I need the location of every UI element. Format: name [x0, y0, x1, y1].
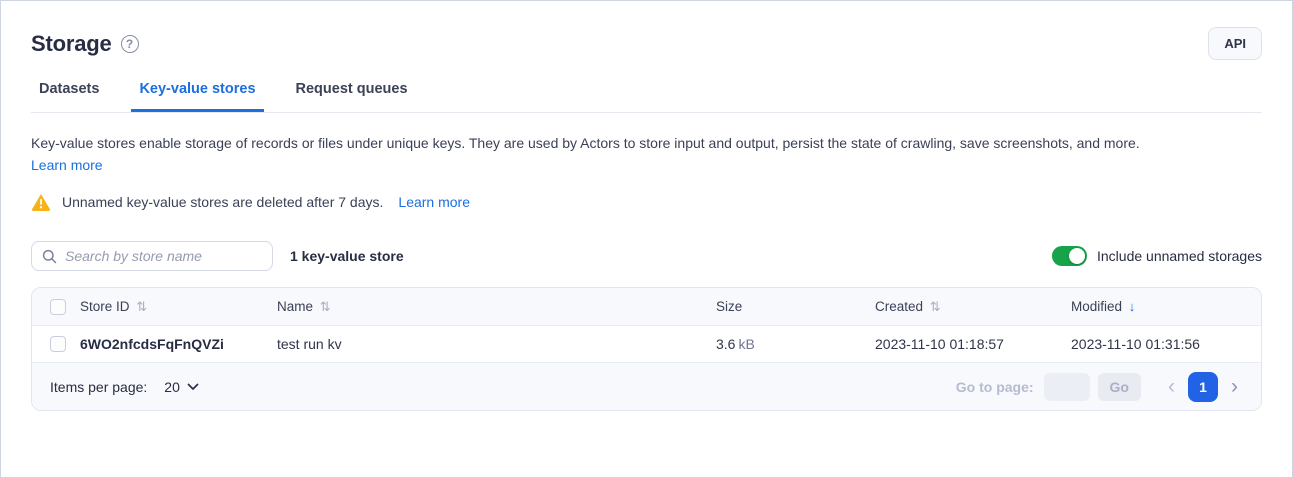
cell-modified: 2023-11-10 01:31:56	[1071, 336, 1261, 352]
pagination: Go to page: Go ‹ 1 ›	[956, 372, 1243, 402]
description-text: Key-value stores enable storage of recor…	[31, 133, 1262, 154]
storage-tabs: Datasets Key-value stores Request queues	[31, 81, 1262, 113]
api-button[interactable]: API	[1208, 27, 1262, 60]
include-unnamed-toggle[interactable]	[1052, 246, 1087, 266]
cell-created: 2023-11-10 01:18:57	[875, 336, 1071, 352]
column-header-created[interactable]: Created ⇅	[875, 299, 1071, 315]
prev-page-icon[interactable]: ‹	[1163, 376, 1180, 397]
cell-size: 3.6kB	[716, 336, 875, 352]
chevron-down-icon	[187, 383, 199, 391]
table-footer: Items per page: 20 Go to page: Go ‹ 1 ›	[32, 362, 1261, 410]
cell-store-id[interactable]: 6WO2nfcdsFqFnQVZi	[80, 336, 277, 352]
key-value-stores-table: Store ID ⇅ Name ⇅ Size Created ⇅ Modifie…	[31, 287, 1262, 411]
row-checkbox[interactable]	[50, 336, 66, 352]
page-title: Storage	[31, 31, 112, 57]
help-icon[interactable]: ?	[121, 35, 139, 53]
warning-icon	[31, 192, 51, 212]
column-header-modified[interactable]: Modified ↓	[1071, 299, 1261, 314]
current-page-button[interactable]: 1	[1188, 372, 1218, 402]
next-page-icon[interactable]: ›	[1226, 376, 1243, 397]
column-header-name[interactable]: Name ⇅	[277, 299, 716, 315]
warning-text: Unnamed key-value stores are deleted aft…	[62, 194, 383, 210]
storage-page: Storage ? API Datasets Key-value stores …	[0, 0, 1293, 478]
table-header-row: Store ID ⇅ Name ⇅ Size Created ⇅ Modifie…	[32, 288, 1261, 325]
items-per-page-label: Items per page:	[50, 379, 147, 395]
store-count: 1 key-value store	[290, 248, 404, 264]
toggle-knob	[1069, 248, 1085, 264]
column-label-modified: Modified	[1071, 299, 1122, 314]
page-header: Storage ? API	[31, 27, 1262, 60]
warning-learn-more-link[interactable]: Learn more	[398, 194, 470, 210]
go-button[interactable]: Go	[1098, 373, 1141, 401]
items-per-page-value: 20	[164, 379, 180, 395]
description-learn-more-link[interactable]: Learn more	[31, 157, 103, 173]
sort-icon-store-id[interactable]: ⇅	[136, 299, 147, 314]
sort-icon-modified[interactable]: ↓	[1129, 299, 1136, 314]
cell-name: test run kv	[277, 336, 716, 352]
search-box[interactable]	[31, 241, 273, 271]
go-to-page-label: Go to page:	[956, 379, 1034, 395]
header-checkbox-cell	[32, 299, 80, 315]
column-label-size: Size	[716, 299, 742, 314]
size-unit: kB	[738, 336, 754, 352]
sort-icon-created[interactable]: ⇅	[930, 299, 941, 314]
go-to-page-input[interactable]	[1044, 373, 1090, 401]
search-input[interactable]	[65, 242, 262, 270]
warning-banner: Unnamed key-value stores are deleted aft…	[31, 192, 1262, 212]
column-label-created: Created	[875, 299, 923, 314]
toolbar: 1 key-value store Include unnamed storag…	[31, 241, 1262, 271]
tab-request-queues[interactable]: Request queues	[288, 81, 416, 112]
search-icon	[42, 249, 57, 264]
column-header-store-id[interactable]: Store ID ⇅	[80, 299, 277, 315]
items-per-page-select[interactable]: 20	[164, 379, 199, 395]
column-label-store-id: Store ID	[80, 299, 130, 314]
select-all-checkbox[interactable]	[50, 299, 66, 315]
include-unnamed-toggle-label: Include unnamed storages	[1097, 248, 1262, 264]
tab-key-value-stores[interactable]: Key-value stores	[131, 81, 263, 112]
column-header-size: Size	[716, 299, 875, 314]
column-label-name: Name	[277, 299, 313, 314]
size-value: 3.6	[716, 336, 735, 352]
title-wrap: Storage ?	[31, 31, 139, 57]
table-row[interactable]: 6WO2nfcdsFqFnQVZi test run kv 3.6kB 2023…	[32, 325, 1261, 362]
row-checkbox-cell	[32, 336, 80, 352]
tab-datasets[interactable]: Datasets	[31, 81, 107, 112]
sort-icon-name[interactable]: ⇅	[320, 299, 331, 314]
